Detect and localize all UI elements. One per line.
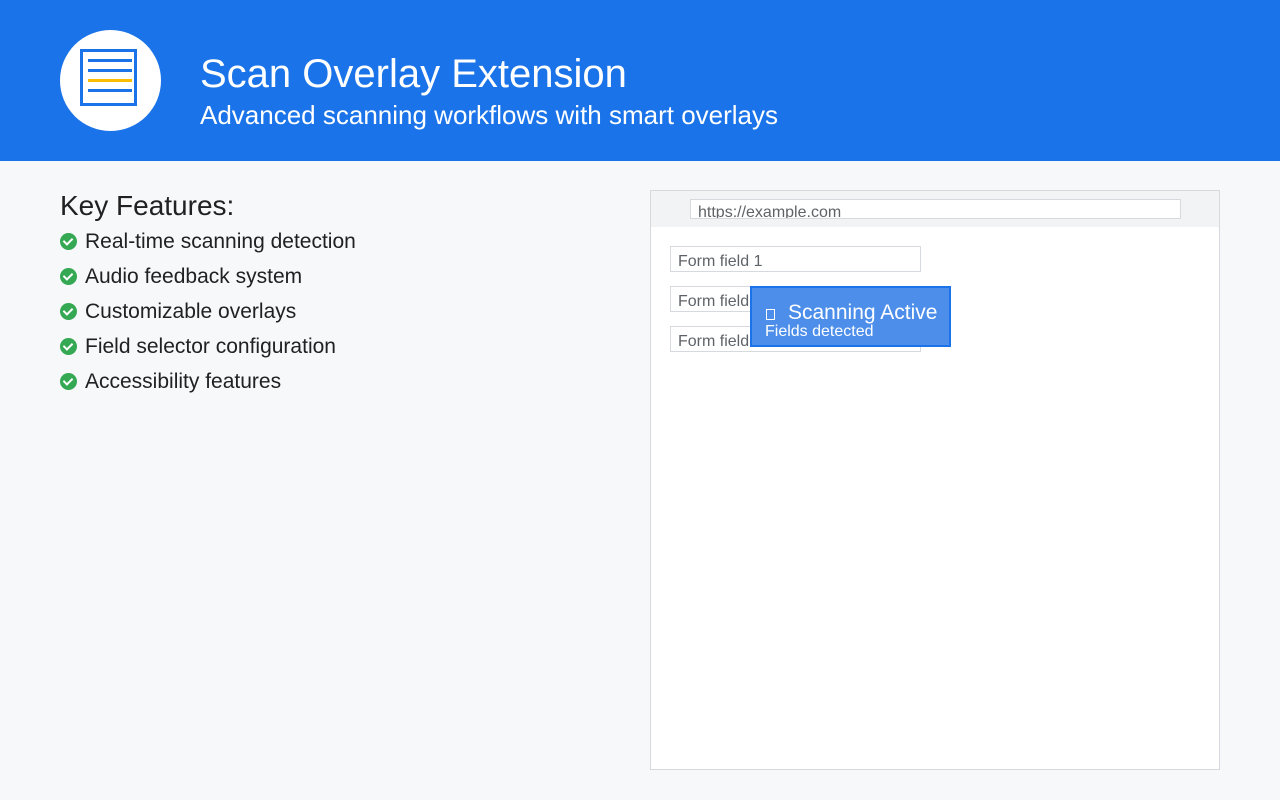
browser-toolbar: https://example.com <box>651 191 1219 227</box>
feature-item: Real-time scanning detection <box>60 228 356 263</box>
scan-icon <box>766 308 775 320</box>
app-logo <box>60 30 161 131</box>
feature-label: Customizable overlays <box>85 300 297 323</box>
header-banner: Scan Overlay Extension Advanced scanning… <box>0 0 1280 161</box>
check-icon <box>60 338 77 355</box>
form-field-1[interactable]: Form field 1 <box>670 246 921 272</box>
app-title: Scan Overlay Extension <box>200 52 627 96</box>
document-icon <box>80 49 137 106</box>
feature-label: Accessibility features <box>85 370 282 393</box>
feature-item: Audio feedback system <box>60 263 356 298</box>
feature-item: Field selector configuration <box>60 333 356 368</box>
browser-preview: https://example.com Form field 1 Form fi… <box>650 190 1220 770</box>
features-title: Key Features: <box>60 190 235 221</box>
scanning-overlay[interactable]: Scanning Active Fields detected <box>750 286 951 347</box>
check-icon <box>60 233 77 250</box>
check-icon <box>60 268 77 285</box>
check-icon <box>60 373 77 390</box>
feature-label: Field selector configuration <box>85 335 336 358</box>
feature-list: Real-time scanning detection Audio feedb… <box>60 228 356 403</box>
feature-label: Audio feedback system <box>85 265 303 288</box>
feature-item: Customizable overlays <box>60 298 356 333</box>
overlay-subtitle: Fields detected <box>765 323 874 340</box>
app-subtitle: Advanced scanning workflows with smart o… <box>200 100 779 130</box>
feature-label: Real-time scanning detection <box>85 230 356 253</box>
check-icon <box>60 303 77 320</box>
address-bar[interactable]: https://example.com <box>690 199 1181 219</box>
feature-item: Accessibility features <box>60 368 356 403</box>
